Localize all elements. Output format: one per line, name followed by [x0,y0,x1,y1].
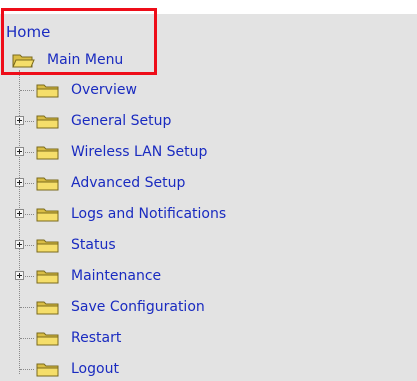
menu-item-label: Save Configuration [71,299,205,315]
menu-item-overview[interactable]: Overview [36,79,137,101]
plus-box-icon[interactable] [15,178,24,187]
folder-icon [36,270,59,283]
folder-icon [36,208,59,221]
plus-box-icon[interactable] [15,209,24,218]
menu-item-general-setup[interactable]: General Setup [36,110,171,132]
menu-item-label: Logs and Notifications [71,206,227,222]
menu-item-label: Maintenance [71,268,162,284]
menu-item-logout[interactable]: Logout [36,358,119,380]
menu-item-status[interactable]: Status [36,234,116,256]
menu-item-logs-and-notifications[interactable]: Logs and Notifications [36,203,226,225]
tree-branch-line [20,307,34,308]
menu-item-label: Advanced Setup [71,175,186,191]
plus-box-icon[interactable] [15,240,24,249]
folder-icon [36,84,59,97]
tree-branch-line [20,338,34,339]
menu-item-wireless-lan-setup[interactable]: Wireless LAN Setup [36,141,207,163]
menu-item-label: Status [71,237,116,253]
plus-box-icon[interactable] [15,116,24,125]
folder-icon [36,146,59,159]
menu-item-label: Logout [71,361,119,377]
menu-item-label: Restart [71,330,122,346]
folder-icon [36,177,59,190]
folder-icon [36,301,59,314]
menu-item-save-configuration[interactable]: Save Configuration [36,296,205,318]
plus-box-icon[interactable] [15,271,24,280]
tree-branch-line [20,90,34,91]
tree-branch-line [20,369,34,370]
folder-icon [36,332,59,345]
folder-icon [36,115,59,128]
menu-item-label: General Setup [71,113,172,129]
folder-icon [36,239,59,252]
menu-item-label: Wireless LAN Setup [71,144,208,160]
folder-icon [36,363,59,376]
menu-item-restart[interactable]: Restart [36,327,121,349]
menu-item-maintenance[interactable]: Maintenance [36,265,161,287]
menu-item-advanced-setup[interactable]: Advanced Setup [36,172,185,194]
plus-box-icon[interactable] [15,147,24,156]
menu-item-label: Overview [71,82,137,98]
highlight-box [1,8,157,75]
